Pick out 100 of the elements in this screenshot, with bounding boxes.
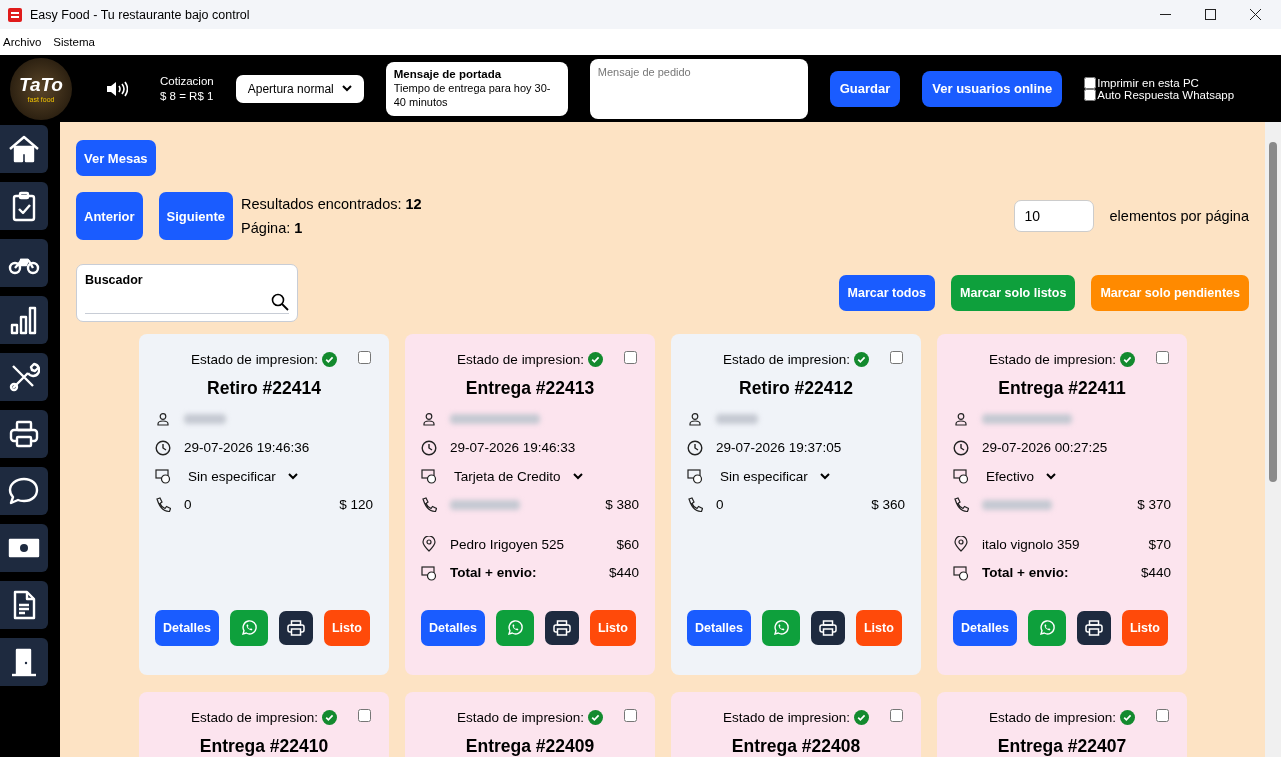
location-pin-icon — [953, 536, 969, 553]
whatsapp-button[interactable] — [495, 610, 534, 646]
mark-button[interactable]: Marcar solo listos — [951, 275, 1076, 311]
rate-value: $ 8 = R$ 1 — [160, 88, 214, 104]
money-icon — [687, 468, 703, 485]
money-icon — [421, 564, 437, 581]
clock-icon — [687, 439, 703, 456]
ready-button[interactable]: Listo — [855, 610, 902, 646]
order-amount: $ 360 — [871, 497, 905, 513]
ready-button[interactable]: Listo — [589, 610, 636, 646]
print-status-label: Estado de impresion: — [723, 351, 850, 367]
print-button[interactable] — [810, 611, 845, 645]
home-nav-button[interactable] — [0, 125, 48, 173]
whatsapp-button[interactable] — [229, 610, 268, 646]
clock-icon — [155, 439, 171, 456]
details-button[interactable]: Detalles — [953, 610, 1017, 646]
bar-chart-nav-button[interactable] — [0, 296, 48, 344]
whatsapp-button[interactable] — [761, 610, 800, 646]
option-label: Auto Respuesta Whatsapp — [1097, 88, 1235, 101]
order-amount: $ 120 — [339, 497, 373, 513]
minimize-icon[interactable] — [1160, 13, 1171, 16]
order-total: $440 — [1140, 565, 1171, 581]
online-users-button[interactable]: Ver usuarios online — [922, 70, 1063, 107]
select-checkbox[interactable] — [624, 351, 637, 364]
print-button[interactable] — [544, 611, 579, 645]
order-title: Retiro #22414 — [206, 378, 322, 399]
option-checkbox[interactable] — [1084, 76, 1097, 89]
mark-button[interactable]: Marcar todos — [838, 275, 936, 311]
details-button[interactable]: Detalles — [155, 610, 219, 646]
printer-icon — [552, 620, 571, 636]
printer-nav-button[interactable] — [0, 410, 48, 458]
print-status-label: Estado de impresion: — [989, 709, 1116, 725]
money-icon — [421, 468, 437, 485]
print-status-label: Estado de impresion: — [457, 351, 584, 367]
speaker-icon[interactable] — [106, 79, 128, 98]
per-page-field[interactable]: 10 — [1013, 200, 1094, 232]
chat-bubble-icon — [8, 475, 40, 507]
person-icon — [155, 412, 171, 427]
select-checkbox[interactable] — [358, 351, 371, 364]
tables-button[interactable]: Ver Mesas — [76, 140, 156, 176]
order-title: Entrega #22410 — [198, 736, 330, 757]
search-field[interactable]: Buscador — [76, 264, 298, 322]
motorcycle-nav-button[interactable] — [0, 239, 48, 287]
whatsapp-icon — [240, 620, 257, 636]
chevron-down-icon — [819, 472, 830, 480]
select-checkbox[interactable] — [1156, 709, 1169, 722]
next-button[interactable]: Siguiente — [158, 192, 234, 240]
whatsapp-icon — [506, 620, 523, 636]
details-button[interactable]: Detalles — [421, 610, 485, 646]
chat-bubble-nav-button[interactable] — [0, 467, 48, 515]
chevron-down-icon — [1046, 472, 1057, 480]
select-checkbox[interactable] — [1156, 351, 1169, 364]
document-nav-button[interactable] — [0, 581, 48, 629]
cover-message-title: Mensaje de portada — [393, 66, 503, 81]
ready-button[interactable]: Listo — [323, 610, 370, 646]
payment-select[interactable]: Sin especificar — [184, 468, 298, 484]
option-checkbox[interactable] — [1084, 88, 1097, 101]
results-count: Resultados encontrados: 12 — [241, 195, 422, 214]
whatsapp-icon — [772, 620, 789, 636]
previous-button[interactable]: Anterior — [76, 192, 143, 240]
select-checkbox[interactable] — [890, 709, 903, 722]
payment-select[interactable]: Tarjeta de Credito — [450, 468, 583, 484]
order-title: Entrega #22407 — [996, 736, 1128, 757]
phone-icon — [687, 496, 703, 513]
ready-button[interactable]: Listo — [1121, 610, 1168, 646]
print-status-label: Estado de impresion: — [989, 351, 1116, 367]
shipping-cost: $70 — [1148, 536, 1171, 552]
save-button[interactable]: Guardar — [829, 70, 901, 107]
home-icon — [8, 133, 40, 165]
opening-select[interactable]: Apertura normal — [235, 74, 364, 103]
print-button[interactable] — [1076, 611, 1111, 645]
door-nav-button[interactable] — [0, 638, 48, 686]
order-date: 29-07-2026 19:37:05 — [716, 440, 842, 456]
payment-select[interactable]: Sin especificar — [716, 468, 830, 484]
phone-number: 0 — [184, 497, 192, 513]
order-title: Entrega #22408 — [730, 736, 862, 757]
option-label: Imprimir en esta PC — [1097, 76, 1199, 89]
select-checkbox[interactable] — [358, 709, 371, 722]
chevron-down-icon — [572, 472, 583, 480]
order-message-field[interactable]: Mensaje de pedido — [589, 58, 808, 119]
whatsapp-button[interactable] — [1027, 610, 1066, 646]
payment-select[interactable]: Efectivo — [982, 468, 1057, 484]
menu-item[interactable]: Archivo — [3, 36, 42, 48]
print-button[interactable] — [278, 611, 313, 645]
chevron-down-icon — [341, 85, 352, 92]
close-icon[interactable] — [1250, 9, 1261, 20]
person-icon — [687, 412, 703, 427]
printer-icon — [286, 620, 305, 636]
scrollbar-thumb[interactable] — [1269, 142, 1277, 482]
total-label: Total + envio: — [982, 565, 1069, 581]
select-checkbox[interactable] — [624, 709, 637, 722]
maximize-icon[interactable] — [1205, 9, 1216, 20]
tools-nav-button[interactable] — [0, 353, 48, 401]
clipboard-check-nav-button[interactable] — [0, 182, 48, 230]
menu-item[interactable]: Sistema — [53, 36, 95, 48]
details-button[interactable]: Detalles — [687, 610, 751, 646]
order-date: 29-07-2026 19:46:36 — [184, 440, 310, 456]
search-icon[interactable] — [271, 293, 289, 311]
select-checkbox[interactable] — [890, 351, 903, 364]
banknote-nav-button[interactable] — [0, 524, 48, 572]
